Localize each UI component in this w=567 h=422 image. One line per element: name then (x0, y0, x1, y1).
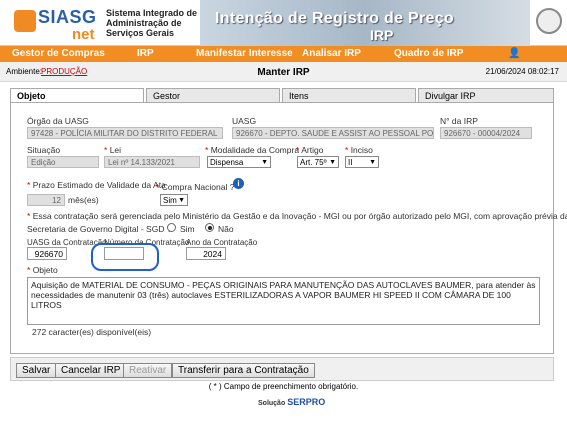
inciso-select[interactable]: II ▼ (345, 156, 379, 168)
orgao-uasg-field: 97428 - POLÍCIA MILITAR DO DISTRITO FEDE… (27, 127, 223, 139)
logo-text: SIASG (38, 7, 97, 27)
nav-irp[interactable]: IRP (137, 48, 154, 59)
inciso-label: * Inciso (345, 145, 373, 155)
irp-number-label: N° da IRP (440, 116, 478, 126)
siasg-logo: SIASG net (14, 6, 100, 43)
tab-divulgar-irp[interactable]: Divulgar IRP (418, 88, 554, 103)
chevron-down-icon: ▼ (261, 158, 268, 166)
radio-nao[interactable] (205, 223, 214, 232)
chevron-down-icon: ▼ (178, 196, 185, 204)
lei-field: Lei nº 14.133/2021 (104, 156, 200, 168)
objeto-label: * Objeto (27, 265, 58, 275)
chevron-down-icon: ▼ (329, 158, 336, 166)
main-nav: Gestor de Compras IRP Manifestar Interes… (0, 46, 567, 62)
chevron-down-icon: ▼ (369, 158, 376, 166)
tab-bar: Objeto Gestor Itens Divulgar IRP (10, 88, 554, 104)
nav-gestor-compras[interactable]: Gestor de Compras (12, 48, 105, 59)
radio-sim-label: Sim (180, 224, 195, 234)
compra-nacional-select[interactable]: Sim ▼ (160, 194, 188, 206)
nav-quadro-irp[interactable]: Quadro de IRP (394, 48, 463, 59)
modalidade-label: * Modalidade da Compra (205, 145, 300, 155)
tab-gestor[interactable]: Gestor (146, 88, 280, 103)
radio-sim[interactable] (167, 223, 176, 232)
prazo-unit: mês(es) (68, 195, 99, 205)
artigo-label: * Artigo (296, 145, 324, 155)
nav-analisar-irp[interactable]: Analisar IRP (302, 48, 361, 59)
orgao-uasg-label: Órgão da UASG (27, 116, 89, 126)
ano-contratacao-input[interactable]: 2024 (186, 247, 226, 260)
situacao-field: Edição (27, 156, 99, 168)
coat-of-arms-icon (536, 8, 562, 34)
cancelar-irp-button[interactable]: Cancelar IRP (55, 363, 127, 378)
logo-sub: net (72, 26, 95, 43)
uasg-label: UASG (232, 116, 257, 126)
page-title: Manter IRP (257, 67, 310, 78)
prazo-label: * Prazo Estimado de Validade da Ata (27, 180, 166, 190)
org-name: Sistema Integrado de Administração de Se… (106, 8, 198, 38)
reativar-button[interactable]: Reativar (123, 363, 173, 378)
chars-remaining: 272 caracter(es) disponível(eis) (32, 327, 152, 337)
serpro-logo: Solução SERPRO (258, 397, 326, 407)
radio-nao-label: Não (218, 224, 234, 234)
logo-mark-icon (14, 10, 36, 32)
uasg-contratacao-input[interactable]: 926670 (27, 247, 67, 260)
transferir-button[interactable]: Transferir para a Contratação (172, 363, 315, 378)
highlight-circle (91, 243, 159, 271)
info-icon[interactable]: i (233, 178, 244, 189)
datetime: 21/06/2024 08:02:17 (485, 67, 559, 76)
compra-nacional-label: * Compra Nacional ? (156, 182, 235, 192)
banner-subtitle: IRP (370, 27, 394, 43)
lei-label: * Lei (104, 145, 122, 155)
environment-bar: Ambiente: PRODUÇÃO Manter IRP 21/06/2024… (0, 62, 567, 82)
user-icon[interactable]: 👤 (508, 48, 520, 59)
irp-number-field: 926670 - 00004/2024 (440, 127, 532, 139)
action-bar: Salvar Cancelar IRP Reativar Transferir … (10, 357, 554, 381)
salvar-button[interactable]: Salvar (16, 363, 57, 378)
situacao-label: Situação (27, 145, 61, 155)
required-note: ( * ) Campo de preenchimento obrigatório… (208, 382, 359, 391)
prazo-field: 12 (27, 194, 65, 206)
uasg-field: 926670 - DEPTO. SAUDE E ASSIST AO PESSOA… (232, 127, 434, 139)
ano-contratacao-label: Ano da Contratação (186, 238, 258, 247)
mgi-question-line1: * Essa contratação será gerenciada pelo … (27, 211, 567, 221)
modalidade-select[interactable]: Dispensa ▼ (207, 156, 271, 168)
banner-title: Intenção de Registro de Preço (215, 10, 454, 27)
nav-manifestar-interesse[interactable]: Manifestar Interesse (196, 48, 293, 59)
objeto-textarea[interactable]: Aquisição de MATERIAL DE CONSUMO - PEÇAS… (27, 277, 540, 325)
artigo-select[interactable]: Art. 75º ▼ (297, 156, 339, 168)
mgi-question-line2: Secretaria de Governo Digital - SGD ? (27, 224, 172, 234)
tab-itens[interactable]: Itens (282, 88, 416, 103)
